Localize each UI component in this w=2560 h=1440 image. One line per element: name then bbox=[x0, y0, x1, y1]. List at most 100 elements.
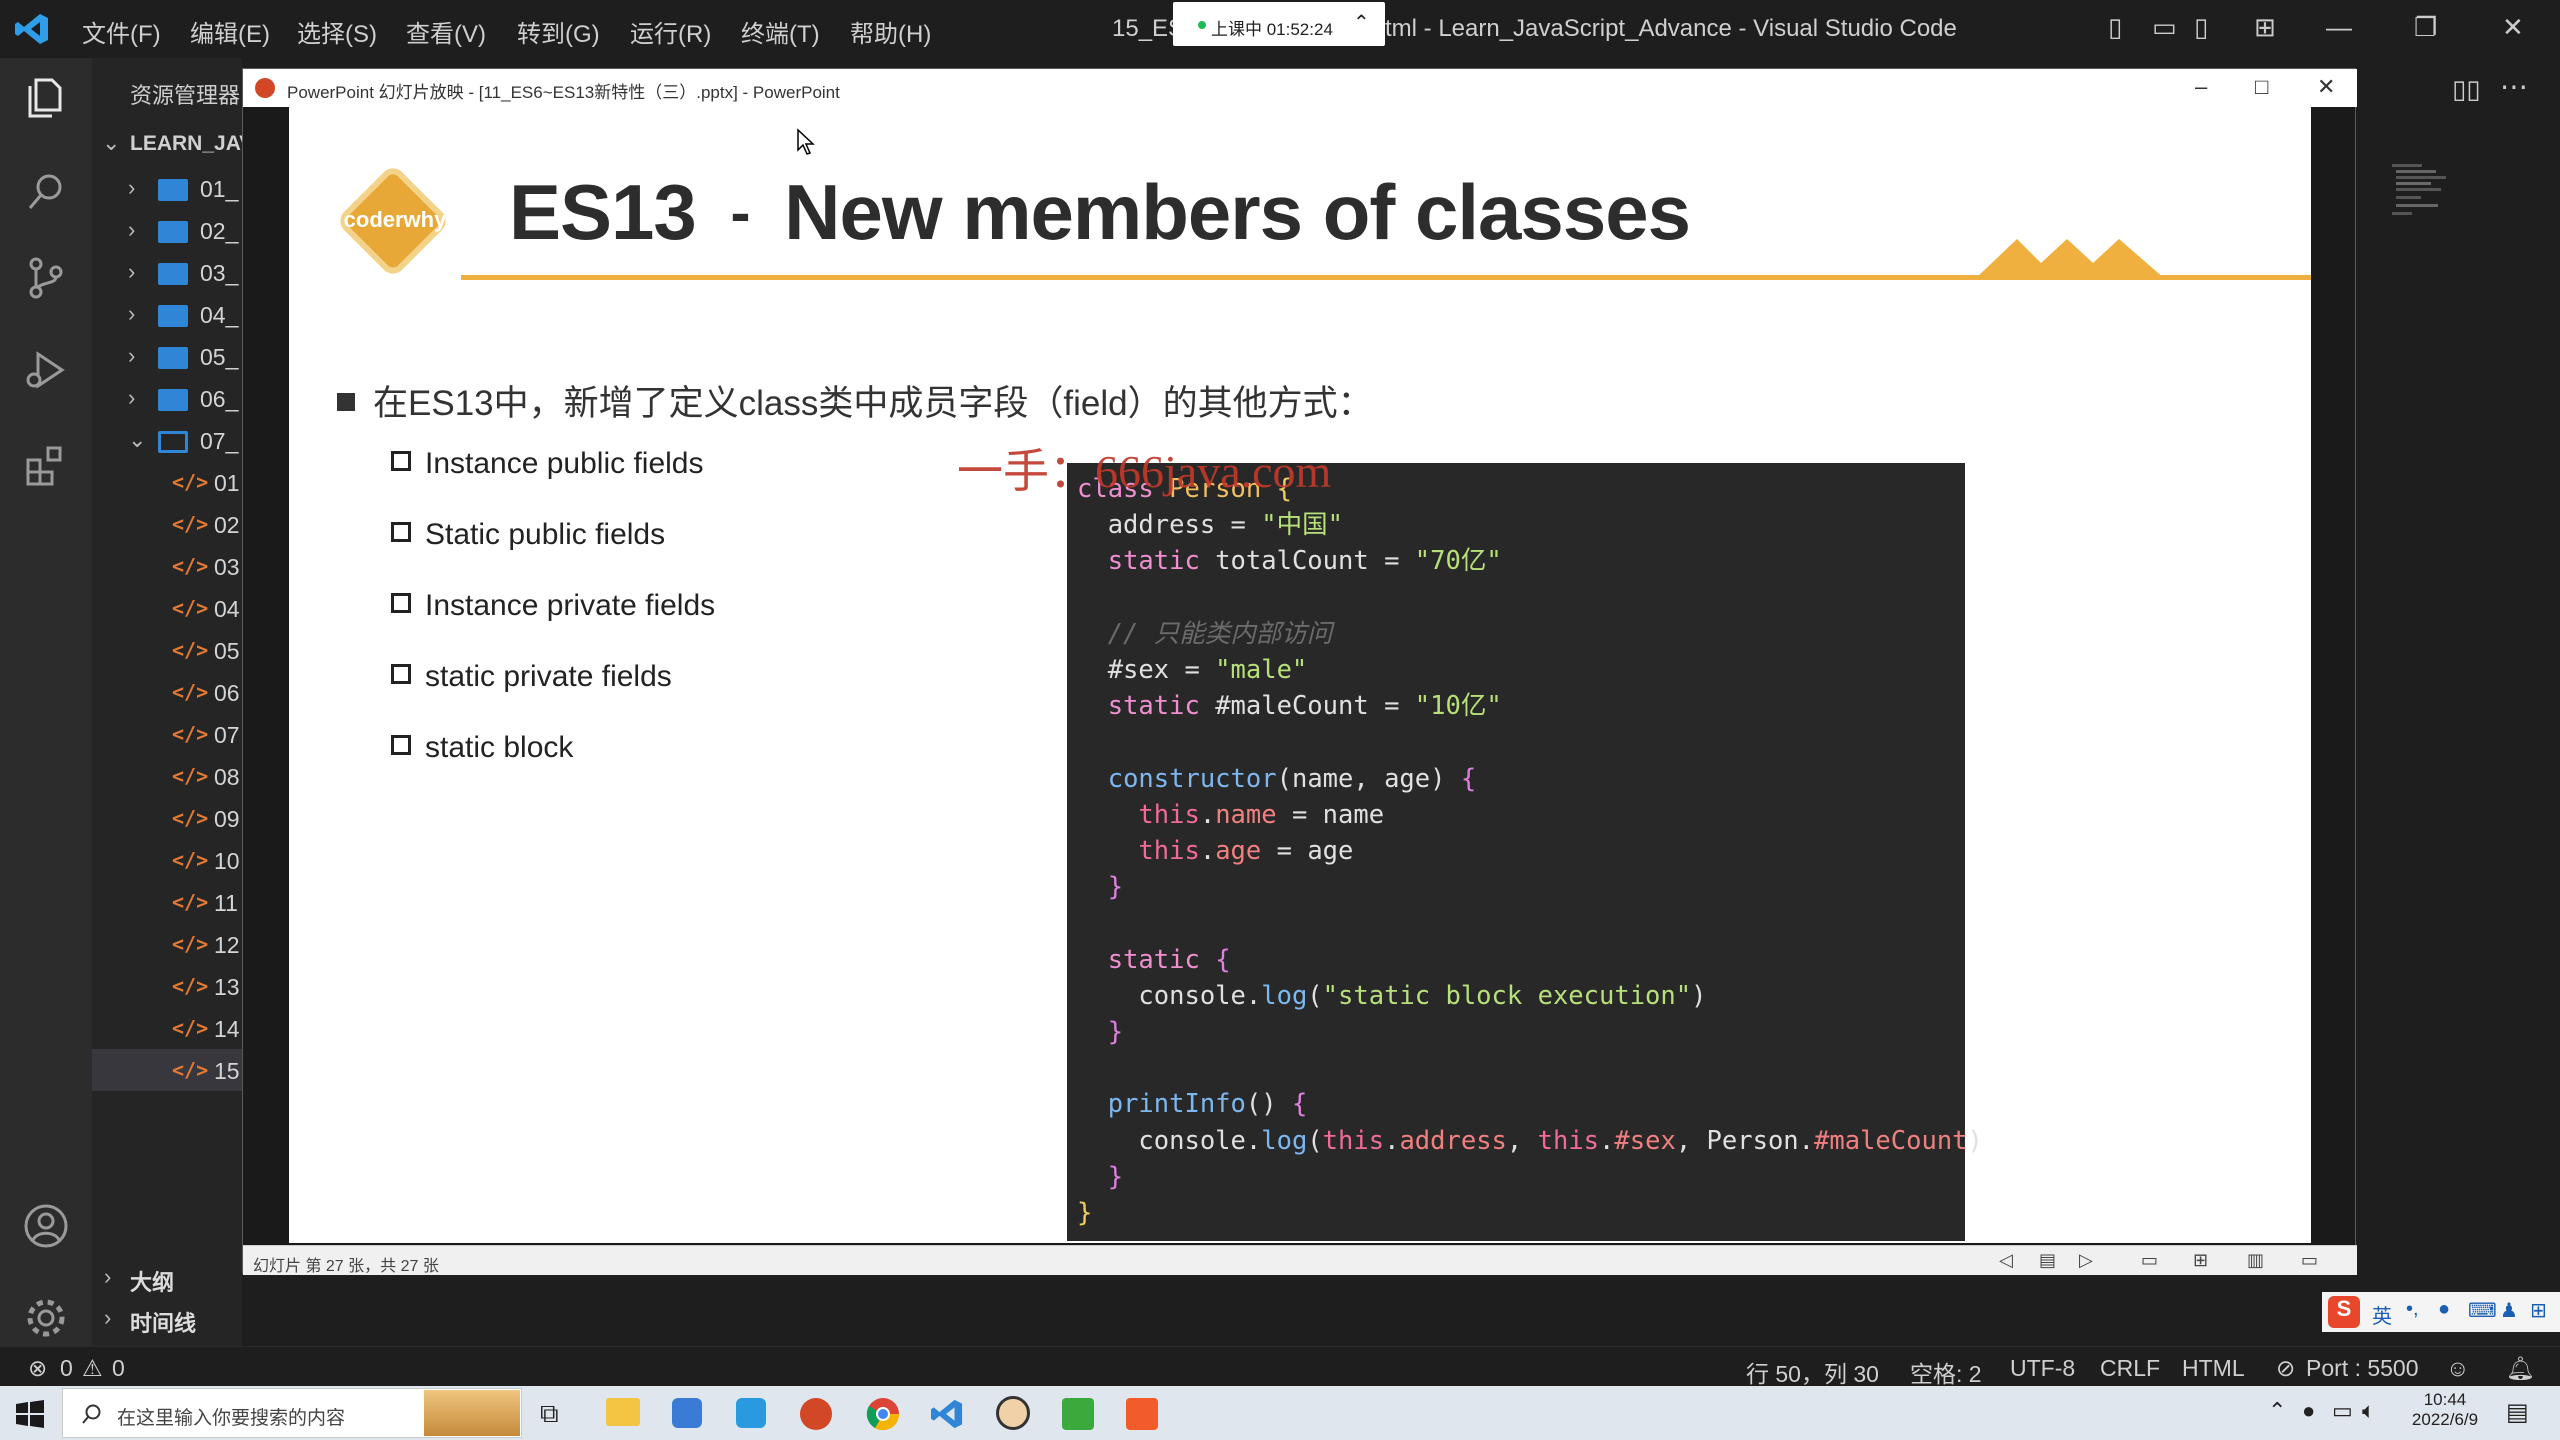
tray-microphone-icon[interactable]: ● bbox=[2302, 1398, 2315, 1424]
menu-terminal[interactable]: 终端(T) bbox=[741, 14, 820, 49]
close-icon[interactable]: ✕ bbox=[2502, 12, 2524, 43]
menu-view[interactable]: 查看(V) bbox=[406, 14, 486, 49]
live-server-port[interactable]: Port : 5500 bbox=[2306, 1355, 2419, 1382]
minimize-icon[interactable]: — bbox=[2326, 12, 2352, 43]
folder-row[interactable]: › 01_ bbox=[92, 167, 242, 209]
tray-network-icon[interactable]: ▭ bbox=[2332, 1398, 2353, 1424]
live-server-icon[interactable]: ⊘ bbox=[2276, 1355, 2295, 1382]
indentation[interactable]: 空格: 2 bbox=[1910, 1355, 1982, 1389]
previous-slide-icon[interactable]: ◁ bbox=[1999, 1250, 2013, 1271]
folder-row[interactable]: › 04_ bbox=[92, 293, 242, 335]
action-center-icon[interactable]: ▤ bbox=[2506, 1398, 2529, 1427]
toolbox-icon[interactable]: ⊞ bbox=[2530, 1298, 2547, 1323]
tray-volume-icon[interactable]: 🔈︎ bbox=[2362, 1398, 2375, 1424]
notes-icon[interactable]: ▤ bbox=[2039, 1250, 2056, 1271]
sogou-logo-icon[interactable]: S bbox=[2328, 1296, 2360, 1328]
file-row-selected[interactable]: </> 15 bbox=[92, 1049, 242, 1091]
warnings-count[interactable]: 0 bbox=[112, 1355, 125, 1382]
file-row[interactable]: </> 09 bbox=[92, 797, 242, 839]
warning-icon[interactable]: ⚠ bbox=[82, 1355, 103, 1382]
app-icon[interactable] bbox=[736, 1398, 766, 1428]
timeline-section[interactable]: 时间线 bbox=[130, 1306, 196, 1338]
file-row[interactable]: </> 13 bbox=[92, 965, 242, 1007]
source-control-icon[interactable] bbox=[22, 254, 70, 302]
slideshow-icon[interactable]: ▭ bbox=[2301, 1250, 2318, 1271]
feedback-icon[interactable]: ☺ bbox=[2446, 1355, 2469, 1382]
minimize-icon[interactable]: – bbox=[2195, 74, 2207, 100]
folder-row[interactable]: › 05_ bbox=[92, 335, 242, 377]
maximize-icon[interactable]: □ bbox=[2255, 74, 2268, 100]
encoding[interactable]: UTF-8 bbox=[2010, 1355, 2075, 1382]
restore-icon[interactable]: ❐ bbox=[2414, 12, 2437, 43]
language-mode[interactable]: HTML bbox=[2182, 1355, 2245, 1382]
reading-view-icon[interactable]: ▥ bbox=[2247, 1250, 2264, 1271]
next-slide-icon[interactable]: ▷ bbox=[2079, 1250, 2093, 1271]
extensions-icon[interactable] bbox=[22, 440, 70, 488]
outline-section[interactable]: 大纲 bbox=[130, 1265, 174, 1297]
folder-row[interactable]: › 02_ bbox=[92, 209, 242, 251]
split-editor-icon[interactable]: ▯▯ bbox=[2452, 74, 2481, 105]
avatar-app-icon[interactable] bbox=[996, 1396, 1030, 1430]
folder-row-open[interactable]: ⌄ 07_ bbox=[92, 419, 242, 461]
customize-layout-icon[interactable]: ⊞ bbox=[2254, 12, 2276, 43]
menu-file[interactable]: 文件(F) bbox=[82, 14, 161, 49]
slide-sorter-icon[interactable]: ⊞ bbox=[2193, 1250, 2208, 1271]
tray-clock[interactable]: 10:44 2022/6/9 bbox=[2400, 1390, 2490, 1430]
file-row[interactable]: </> 04 bbox=[92, 587, 242, 629]
file-row[interactable]: </> 02 bbox=[92, 503, 242, 545]
toggle-secondary-sidebar-icon[interactable]: ▯ bbox=[2194, 12, 2208, 43]
project-root[interactable]: LEARN_JAV bbox=[130, 132, 253, 156]
file-row[interactable]: </> 12 bbox=[92, 923, 242, 965]
slide[interactable]: coderwhy ES13 - New members of classes 在… bbox=[289, 107, 2311, 1243]
app-icon[interactable] bbox=[672, 1398, 702, 1428]
file-row[interactable]: </> 08 bbox=[92, 755, 242, 797]
punctuation-icon[interactable]: •, bbox=[2406, 1298, 2419, 1321]
microphone-icon[interactable]: ● bbox=[2438, 1298, 2450, 1321]
file-explorer-icon[interactable] bbox=[606, 1398, 640, 1426]
task-view-icon[interactable]: ⧉ bbox=[540, 1398, 559, 1430]
file-row[interactable]: </> 05 bbox=[92, 629, 242, 671]
tray-chevron-up-icon[interactable]: ⌃ bbox=[2268, 1398, 2286, 1424]
chevron-up-icon[interactable]: ⌃ bbox=[1353, 10, 1370, 35]
line-ending[interactable]: CRLF bbox=[2100, 1355, 2160, 1382]
toggle-panel-icon[interactable]: ▭ bbox=[2152, 12, 2177, 43]
minimap[interactable] bbox=[2390, 160, 2480, 240]
chevron-right-icon[interactable]: › bbox=[104, 1305, 111, 1331]
app-icon[interactable] bbox=[1126, 1398, 1158, 1430]
search-icon[interactable] bbox=[22, 168, 70, 216]
file-row[interactable]: </> 14 bbox=[92, 1007, 242, 1049]
chrome-icon[interactable] bbox=[866, 1397, 900, 1431]
file-row[interactable]: </> 10 bbox=[92, 839, 242, 881]
chevron-right-icon[interactable]: › bbox=[104, 1264, 111, 1290]
chevron-down-icon[interactable]: ⌄ bbox=[102, 130, 120, 156]
vscode-taskbar-icon[interactable] bbox=[930, 1398, 964, 1430]
cursor-position[interactable]: 行 50，列 30 bbox=[1746, 1355, 1879, 1389]
menu-help[interactable]: 帮助(H) bbox=[850, 14, 931, 49]
menu-run[interactable]: 运行(R) bbox=[630, 14, 711, 49]
ime-language[interactable]: 英 bbox=[2372, 1300, 2392, 1329]
menu-goto[interactable]: 转到(G) bbox=[517, 14, 600, 49]
folder-row[interactable]: › 06_ bbox=[92, 377, 242, 419]
menu-edit[interactable]: 编辑(E) bbox=[190, 14, 270, 49]
more-actions-icon[interactable]: ⋯ bbox=[2500, 70, 2528, 103]
explorer-icon[interactable] bbox=[22, 72, 70, 120]
notifications-bell-icon[interactable]: 🔔︎ bbox=[2506, 1355, 2535, 1382]
run-debug-icon[interactable] bbox=[22, 346, 70, 394]
skin-icon[interactable]: ♟ bbox=[2500, 1298, 2518, 1323]
file-row[interactable]: </> 03 bbox=[92, 545, 242, 587]
account-icon[interactable] bbox=[22, 1202, 70, 1250]
normal-view-icon[interactable]: ▭ bbox=[2141, 1250, 2158, 1271]
errors-icon[interactable]: ⊗ bbox=[28, 1355, 47, 1382]
settings-gear-icon[interactable] bbox=[22, 1294, 70, 1342]
folder-row[interactable]: › 03_ bbox=[92, 251, 242, 293]
keyboard-icon[interactable]: ⌨ bbox=[2468, 1298, 2497, 1323]
windows-start-icon[interactable] bbox=[16, 1400, 44, 1428]
file-row[interactable]: </> 07 bbox=[92, 713, 242, 755]
menu-selection[interactable]: 选择(S) bbox=[297, 14, 377, 49]
errors-count[interactable]: 0 bbox=[60, 1355, 73, 1382]
file-row[interactable]: </> 06 bbox=[92, 671, 242, 713]
class-timer-badge[interactable]: 上课中 01:52:24 ⌃ bbox=[1173, 2, 1385, 46]
toggle-sidebar-icon[interactable]: ▯ bbox=[2108, 12, 2122, 43]
file-row[interactable]: </> 11 bbox=[92, 881, 242, 923]
file-row[interactable]: </> 01 bbox=[92, 461, 242, 503]
